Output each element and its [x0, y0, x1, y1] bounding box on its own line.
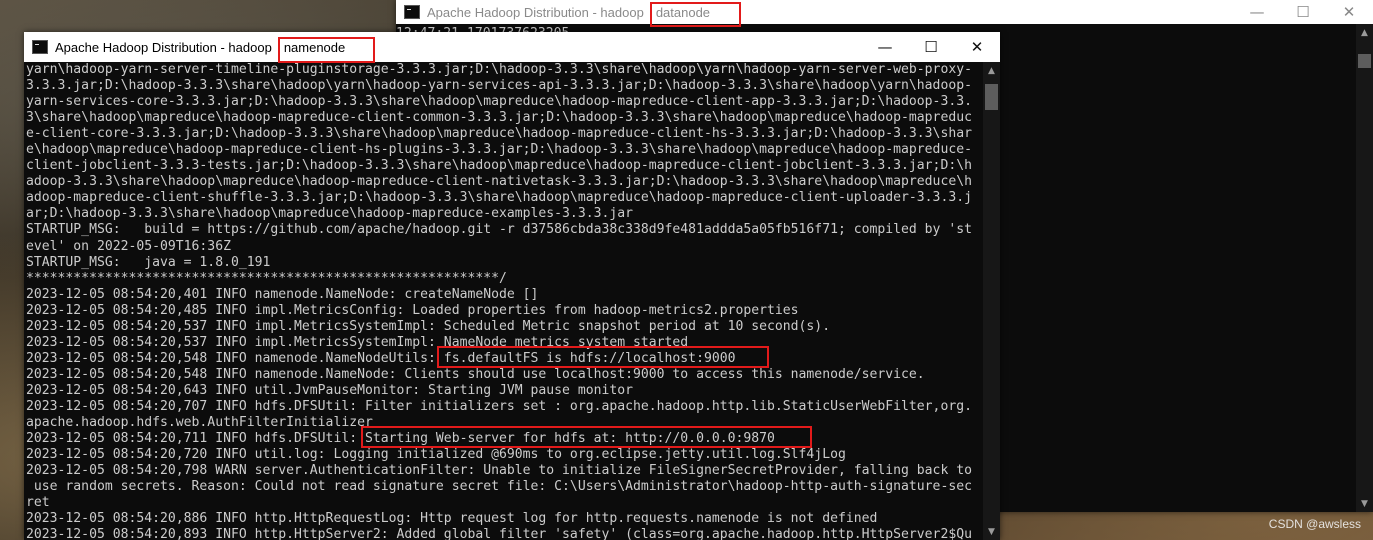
namenode-console-output: yarn\hadoop-yarn-server-timeline-plugins… [24, 62, 983, 540]
console-line: client-jobclient-3.3.3-tests.jar;D:\hado… [26, 158, 972, 174]
scroll-down-icon[interactable]: ▼ [1356, 495, 1373, 512]
console-line: yarn\hadoop-yarn-server-timeline-plugins… [26, 62, 972, 77]
console-line: e-client-core-3.3.3.jar;D:\hadoop-3.3.3\… [26, 126, 972, 142]
console-line: yarn-services-core-3.3.3.jar;D:\hadoop-3… [26, 94, 972, 110]
namenode-window-title: Apache Hadoop Distribution - hadoop [55, 39, 272, 55]
datanode-title-highlight-box [650, 2, 741, 27]
console-line: 3.3.3.jar;D:\hadoop-3.3.3\share\hadoop\y… [26, 78, 972, 94]
console-line: ar;D:\hadoop-3.3.3\share\hadoop\mapreduc… [26, 206, 633, 222]
datanode-titlebar[interactable]: Apache Hadoop Distribution - hadoop data… [396, 0, 1373, 24]
console-line: 2023-12-05 08:54:20,401 INFO namenode.Na… [26, 286, 539, 302]
console-line: 2023-12-05 08:54:20,893 INFO http.HttpSe… [26, 527, 972, 540]
namenode-console-window[interactable]: Apache Hadoop Distribution - hadoop name… [24, 32, 1000, 540]
maximize-icon[interactable]: ☐ [1280, 0, 1326, 24]
console-line: 2023-12-05 08:54:20,485 INFO impl.Metric… [26, 302, 799, 318]
scroll-up-icon[interactable]: ▲ [1356, 24, 1373, 41]
webserver-highlight-box [361, 426, 812, 448]
console-line: adoop-3.3.3\share\hadoop\mapreduce\hadoo… [26, 174, 972, 190]
minimize-icon[interactable]: — [1234, 0, 1280, 24]
console-line: e\hadoop\mapreduce\hadoop-mapreduce-clie… [26, 142, 972, 158]
minimize-icon[interactable]: — [862, 32, 908, 62]
console-line: 2023-12-05 08:54:20,548 INFO namenode.Na… [26, 366, 925, 382]
console-icon [32, 40, 48, 54]
console-line: adoop-mapreduce-client-shuffle-3.3.3.jar… [26, 190, 972, 206]
console-icon [404, 5, 420, 19]
defaultfs-highlight-box [437, 346, 769, 368]
console-line: 2023-12-05 08:54:20,643 INFO util.JvmPau… [26, 382, 633, 398]
namenode-titlebar[interactable]: Apache Hadoop Distribution - hadoop name… [24, 32, 1000, 62]
maximize-icon[interactable]: ☐ [908, 32, 954, 62]
console-line: 2023-12-05 08:54:20,798 WARN server.Auth… [26, 463, 972, 479]
datanode-scrollbar[interactable]: ▲ ▼ [1356, 24, 1373, 512]
console-line: 2023-12-05 08:54:20,707 INFO hdfs.DFSUti… [26, 398, 972, 414]
scrollbar-thumb[interactable] [985, 84, 998, 110]
console-line: evel' on 2022-05-09T16:36Z [26, 238, 231, 254]
close-icon[interactable]: ✕ [954, 32, 1000, 62]
console-line: 2023-12-05 08:54:20,886 INFO http.HttpRe… [26, 511, 878, 527]
scrollbar-thumb[interactable] [1358, 54, 1371, 68]
scroll-down-icon[interactable]: ▼ [983, 523, 1000, 540]
datanode-window-title: Apache Hadoop Distribution - hadoop [427, 4, 644, 20]
watermark-text: CSDN @awsless [1268, 517, 1361, 531]
console-line: ****************************************… [26, 270, 507, 286]
close-icon[interactable]: ✕ [1326, 0, 1372, 24]
console-line: ret [26, 495, 50, 511]
scroll-up-icon[interactable]: ▲ [983, 62, 1000, 79]
namenode-title-highlight-box [278, 37, 375, 63]
console-line: 3\share\hadoop\mapreduce\hadoop-mapreduc… [26, 110, 972, 126]
console-line: use random secrets. Reason: Could not re… [26, 479, 972, 495]
console-line: STARTUP_MSG: java = 1.8.0_191 [26, 254, 271, 270]
namenode-scrollbar[interactable]: ▲ ▼ [983, 62, 1000, 540]
console-line: STARTUP_MSG: build = https://github.com/… [26, 222, 972, 238]
console-line: 2023-12-05 08:54:20,720 INFO util.log: L… [26, 447, 846, 463]
console-line: 2023-12-05 08:54:20,537 INFO impl.Metric… [26, 318, 831, 334]
